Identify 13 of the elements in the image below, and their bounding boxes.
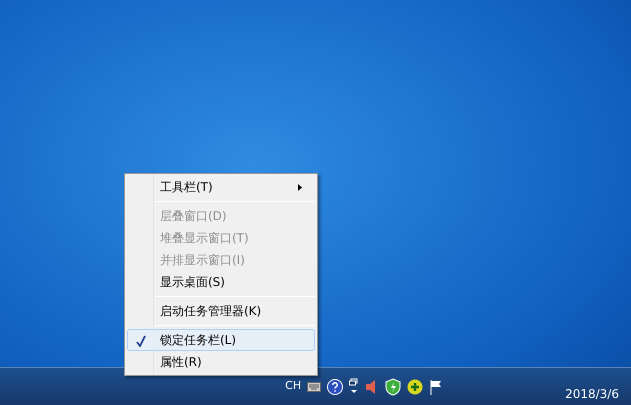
menu-item[interactable]: 工具栏(T) xyxy=(127,176,315,198)
submenu-arrow-icon xyxy=(298,184,302,190)
menu-item[interactable]: 启动任务管理器(K) xyxy=(127,300,315,322)
menu-item[interactable]: 显示桌面(S) xyxy=(127,271,315,293)
date-label[interactable]: 2018/3/6 xyxy=(565,385,619,403)
shield-icon[interactable] xyxy=(385,378,402,396)
language-indicator[interactable]: CH xyxy=(285,378,302,395)
keyboard-icon[interactable] xyxy=(307,382,322,392)
plus-icon[interactable] xyxy=(407,378,424,394)
help-icon[interactable] xyxy=(327,378,344,394)
menu-item[interactable]: 属性(R) xyxy=(127,351,315,373)
flag-icon[interactable] xyxy=(429,378,444,394)
menu-item[interactable]: 锁定任务栏(L) xyxy=(127,329,315,351)
